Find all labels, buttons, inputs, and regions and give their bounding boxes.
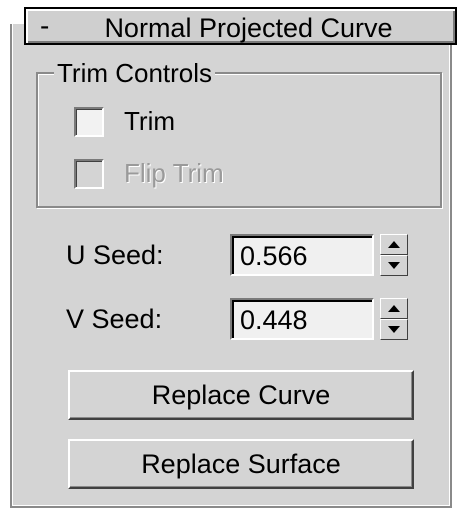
- flip-trim-checkbox-row: Flip Trim: [74, 158, 224, 189]
- v-seed-increment-button[interactable]: [380, 298, 408, 319]
- trim-controls-title: Trim Controls: [54, 58, 216, 88]
- arrow-down-icon: [388, 326, 400, 333]
- replace-curve-button[interactable]: Replace Curve: [68, 370, 414, 420]
- u-seed-decrement-button[interactable]: [380, 255, 408, 276]
- u-seed-increment-button[interactable]: [380, 234, 408, 255]
- arrow-up-icon: [388, 305, 400, 312]
- v-seed-label: V Seed:: [66, 303, 163, 334]
- rollout-title: Normal Projected Curve: [104, 13, 393, 43]
- trim-checkbox-row[interactable]: Trim: [74, 106, 175, 137]
- replace-surface-button[interactable]: Replace Surface: [68, 439, 414, 489]
- flip-trim-label: Flip Trim: [124, 158, 224, 188]
- trim-checkbox[interactable]: [74, 106, 104, 137]
- flip-trim-checkbox: [74, 158, 104, 189]
- u-seed-input[interactable]: [230, 234, 374, 276]
- v-seed-row: V Seed:: [66, 298, 408, 340]
- u-seed-spinner[interactable]: [380, 234, 408, 276]
- arrow-down-icon: [388, 262, 400, 269]
- v-seed-spinner[interactable]: [380, 298, 408, 340]
- arrow-up-icon: [388, 241, 400, 248]
- trim-label: Trim: [124, 106, 176, 136]
- u-seed-row: U Seed:: [66, 234, 408, 276]
- v-seed-decrement-button[interactable]: [380, 319, 408, 340]
- v-seed-input[interactable]: [230, 298, 374, 340]
- rollout-header[interactable]: - Normal Projected Curve: [24, 7, 457, 45]
- u-seed-label: U Seed:: [66, 239, 164, 270]
